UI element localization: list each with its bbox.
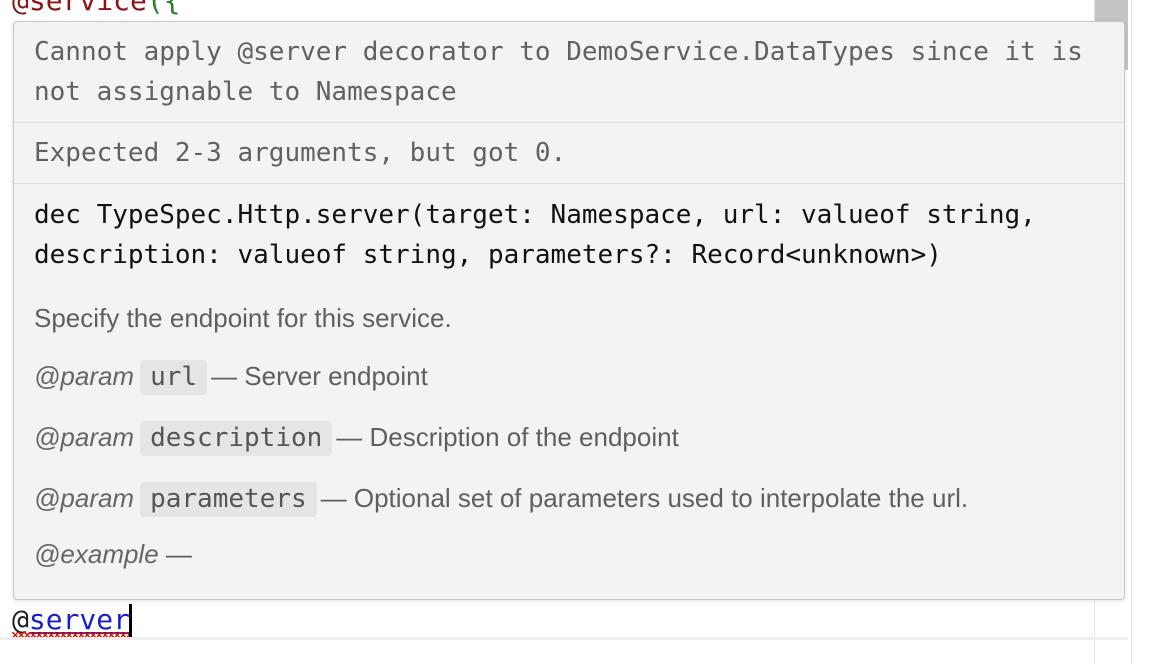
decorator-description: Specify the endpoint for this service. xyxy=(34,303,452,333)
diagnostic-message-2: Expected 2-3 arguments, but got 0. xyxy=(14,123,1124,184)
param-tag: @param xyxy=(34,361,135,391)
param-name-description: description xyxy=(140,421,333,456)
param-text: — Server endpoint xyxy=(211,361,428,391)
code-line-service-decorator[interactable]: @service({ xyxy=(12,0,181,18)
example-text: — xyxy=(165,539,192,569)
open-paren-brace: ({ xyxy=(146,0,181,17)
param-tag: @param xyxy=(34,422,135,452)
param-tag: @param xyxy=(34,483,135,513)
service-keyword: service xyxy=(28,0,147,17)
at-symbol: @ xyxy=(12,0,29,17)
hover-tooltip: Cannot apply @server decorator to DemoSe… xyxy=(13,21,1125,600)
param-parameters: @param parameters — Optional set of parame… xyxy=(34,481,1104,517)
param-name-url: url xyxy=(140,360,208,395)
param-name-parameters: parameters xyxy=(140,482,317,517)
code-editor[interactable]: @service({ Cannot apply @server decorato… xyxy=(0,0,1164,664)
diagnostic-message-1: Cannot apply @server decorator to DemoSe… xyxy=(14,22,1124,123)
decorator-docs: Specify the endpoint for this service. @… xyxy=(14,303,1124,572)
example-row: @example — xyxy=(34,537,1104,572)
example-tag: @example xyxy=(34,539,159,569)
param-description: @param description — Description of the en… xyxy=(34,420,1104,456)
current-line-highlight xyxy=(0,637,1128,640)
param-url: @param url — Server endpoint xyxy=(34,359,1104,395)
param-text: — Description of the endpoint xyxy=(336,422,679,452)
decorator-signature: dec TypeSpec.Http.server(target: Namespa… xyxy=(34,200,1052,270)
text-cursor xyxy=(129,604,132,638)
param-text: — Optional set of parameters used to int… xyxy=(320,483,969,513)
